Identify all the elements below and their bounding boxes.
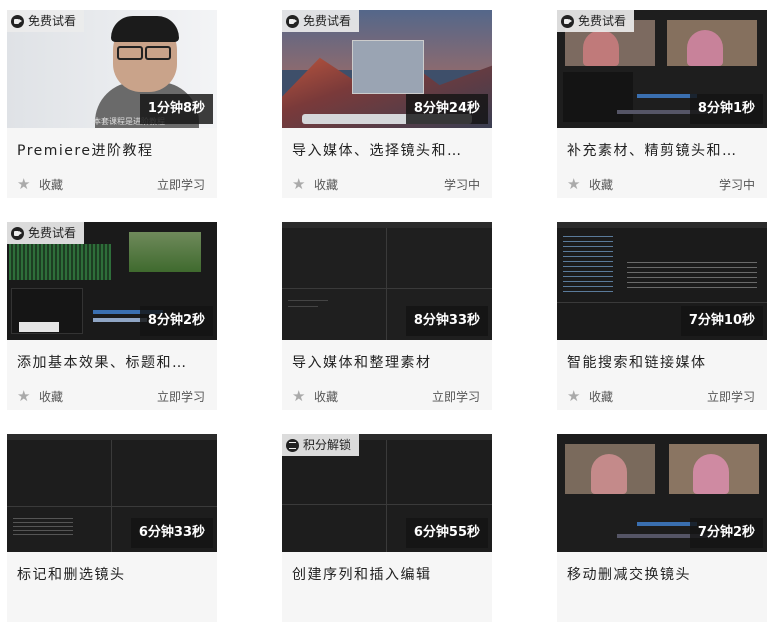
course-title[interactable]: 创建序列和插入编辑 <box>292 564 484 584</box>
video-thumbnail[interactable]: 7分钟2秒 <box>557 434 767 552</box>
course-card[interactable]: 6分钟33秒 标记和删选镜头 <box>7 434 217 622</box>
start-learning-button[interactable]: 立即学习 <box>432 388 480 405</box>
duration-label: 7分钟2秒 <box>689 518 763 548</box>
free-trial-badge: 免费试看 <box>282 10 360 32</box>
duration-label: 8分钟1秒 <box>689 94 763 124</box>
course-card[interactable]: 免费试看 8分钟1秒 补充素材、精剪镜头和… ★ 收藏 学习中 <box>557 10 767 198</box>
duration-label: 8分钟24秒 <box>405 94 488 124</box>
course-title[interactable]: 移动删减交换镜头 <box>567 564 759 584</box>
video-thumbnail[interactable]: 免费试看 8分钟24秒 <box>282 10 492 128</box>
video-camera-icon <box>561 14 574 28</box>
video-thumbnail[interactable]: 7分钟10秒 <box>557 222 767 340</box>
free-trial-badge: 免费试看 <box>557 10 635 32</box>
video-thumbnail[interactable]: 本套课程是进阶教程 免费试看 1分钟8秒 <box>7 10 217 128</box>
points-unlock-icon <box>286 438 299 452</box>
course-card[interactable]: 积分解锁 6分钟55秒 创建序列和插入编辑 <box>282 434 492 622</box>
star-icon[interactable]: ★ <box>292 387 305 405</box>
card-footer: ★ 收藏 立即学习 <box>7 174 217 194</box>
video-camera-icon <box>11 14 24 28</box>
free-trial-badge: 免费试看 <box>7 10 85 32</box>
start-learning-button[interactable]: 立即学习 <box>157 176 205 193</box>
start-learning-button[interactable]: 立即学习 <box>157 388 205 405</box>
video-thumbnail[interactable]: 免费试看 8分钟1秒 <box>557 10 767 128</box>
star-icon[interactable]: ★ <box>17 387 30 405</box>
video-thumbnail[interactable]: 积分解锁 6分钟55秒 <box>282 434 492 552</box>
favorite-button[interactable]: 收藏 <box>589 176 613 193</box>
favorite-button[interactable]: 收藏 <box>589 388 613 405</box>
star-icon[interactable]: ★ <box>292 175 305 193</box>
card-footer: ★ 收藏 立即学习 <box>282 386 492 406</box>
free-trial-badge: 免费试看 <box>7 222 85 244</box>
duration-label: 7分钟10秒 <box>680 306 763 336</box>
card-footer: ★ 收藏 学习中 <box>557 174 767 194</box>
video-camera-icon <box>286 14 299 28</box>
course-title[interactable]: 补充素材、精剪镜头和… <box>567 140 759 160</box>
course-card[interactable]: 本套课程是进阶教程 免费试看 1分钟8秒 Premiere进阶教程 ★ 收藏 立… <box>7 10 217 198</box>
course-card[interactable]: 免费试看 8分钟2秒 添加基本效果、标题和… ★ 收藏 立即学习 <box>7 222 217 410</box>
course-card[interactable]: 免费试看 8分钟24秒 导入媒体、选择镜头和… ★ 收藏 学习中 <box>282 10 492 198</box>
course-card[interactable]: 7分钟2秒 移动删减交换镜头 <box>557 434 767 622</box>
card-footer: ★ 收藏 立即学习 <box>7 386 217 406</box>
favorite-button[interactable]: 收藏 <box>39 388 63 405</box>
course-card[interactable]: 7分钟10秒 智能搜索和链接媒体 ★ 收藏 立即学习 <box>557 222 767 410</box>
favorite-button[interactable]: 收藏 <box>314 176 338 193</box>
course-card[interactable]: 8分钟33秒 导入媒体和整理素材 ★ 收藏 立即学习 <box>282 222 492 410</box>
card-footer: ★ 收藏 立即学习 <box>557 386 767 406</box>
video-thumbnail[interactable]: 6分钟33秒 <box>7 434 217 552</box>
duration-label: 6分钟55秒 <box>405 518 488 548</box>
course-title[interactable]: 导入媒体、选择镜头和… <box>292 140 484 160</box>
learning-status[interactable]: 学习中 <box>719 176 755 193</box>
star-icon[interactable]: ★ <box>567 175 580 193</box>
video-thumbnail[interactable]: 8分钟33秒 <box>282 222 492 340</box>
course-title[interactable]: 导入媒体和整理素材 <box>292 352 484 372</box>
star-icon[interactable]: ★ <box>567 387 580 405</box>
card-footer: ★ 收藏 学习中 <box>282 174 492 194</box>
favorite-button[interactable]: 收藏 <box>314 388 338 405</box>
video-thumbnail[interactable]: 免费试看 8分钟2秒 <box>7 222 217 340</box>
learning-status[interactable]: 学习中 <box>444 176 480 193</box>
course-title[interactable]: 智能搜索和链接媒体 <box>567 352 759 372</box>
star-icon[interactable]: ★ <box>17 175 30 193</box>
course-title[interactable]: 标记和删选镜头 <box>17 564 209 584</box>
duration-label: 8分钟2秒 <box>139 306 213 336</box>
favorite-button[interactable]: 收藏 <box>39 176 63 193</box>
duration-label: 1分钟8秒 <box>139 94 213 124</box>
duration-label: 6分钟33秒 <box>130 518 213 548</box>
points-unlock-badge: 积分解锁 <box>282 434 360 456</box>
duration-label: 8分钟33秒 <box>405 306 488 336</box>
course-title[interactable]: 添加基本效果、标题和… <box>17 352 209 372</box>
start-learning-button[interactable]: 立即学习 <box>707 388 755 405</box>
video-camera-icon <box>11 226 24 240</box>
course-title[interactable]: Premiere进阶教程 <box>17 140 209 160</box>
